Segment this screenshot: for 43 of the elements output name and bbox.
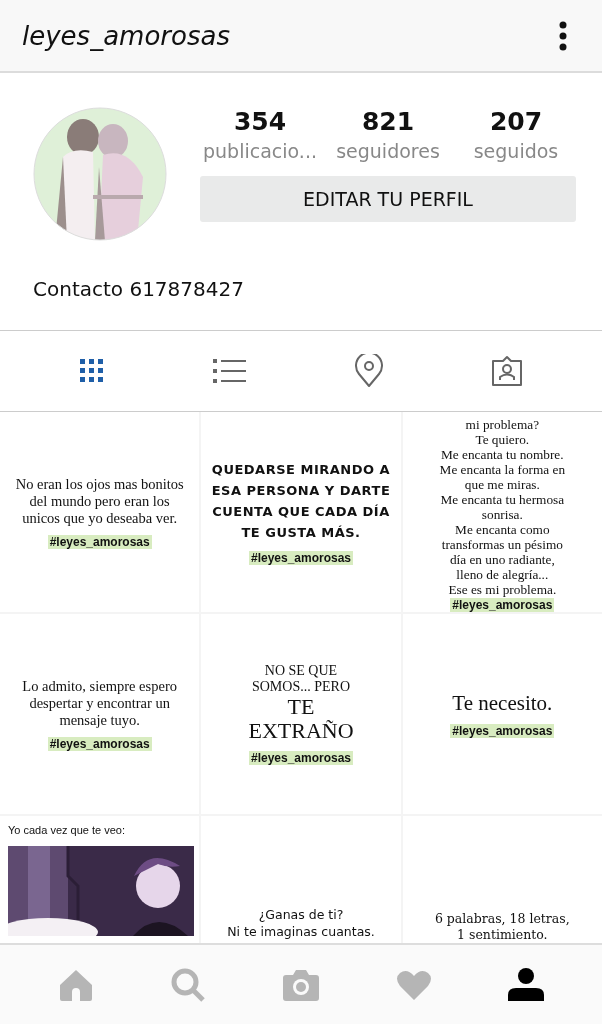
stat-label: publicacio... (203, 140, 317, 162)
list-icon (213, 358, 248, 384)
post-hashtag: #leyes_amorosas (450, 598, 555, 612)
post-quote: ¿Ganas de ti? Ni te imaginas cuantas. (227, 906, 375, 940)
post-tile[interactable]: NO SE QUE SOMOS... PERO TE EXTRAÑO #leyes_amorosas (201, 614, 401, 814)
location-pin-icon (354, 354, 383, 388)
camera-icon (282, 967, 320, 1002)
post-quote: No eran los ojos mas bonitos del mundo pero eran los unicos que yo deseaba ver. (15, 475, 184, 527)
post-hashtag: #leyes_amorosas (248, 551, 354, 565)
profile-icon (508, 967, 544, 1002)
post-hashtag: #leyes_amorosas (248, 751, 354, 765)
home-icon (58, 967, 94, 1002)
post-tile[interactable]: No eran los ojos mas bonitos del mundo pero eran los unicos que yo deseaba ver. #leyes_amorosas (0, 412, 200, 612)
post-quote: QUEDARSE MIRANDO A ESA PERSONA Y DARTE CUENTA QUE CADA DÍA TE GUSTA MÁS. (211, 461, 391, 542)
post-tile[interactable]: QUEDARSE MIRANDO A ESA PERSONA Y DARTE CUENTA QUE CADA DÍA TE GUSTA MÁS. #leyes_amorosas (201, 412, 401, 612)
heart-icon (396, 968, 432, 1001)
post-tile[interactable]: Te necesito. #leyes_amorosas (402, 614, 602, 814)
post-tile[interactable]: 6 palabras, 18 letras, 1 sentimiento. (402, 816, 602, 943)
bio-text: Contacto 617878427 (33, 277, 245, 301)
stat-label: seguidores (336, 140, 440, 162)
more-options-icon[interactable] (558, 20, 568, 51)
post-hashtag: #leyes_amorosas (450, 723, 555, 738)
post-hashtag: #leyes_amorosas (47, 534, 152, 549)
grid-icon (77, 357, 106, 385)
post-tile[interactable]: Yo cada vez que te veo: (0, 816, 200, 943)
tagged-person-icon (490, 354, 525, 388)
post-hashtag: #leyes_amorosas (47, 736, 152, 751)
stat-count: 207 (489, 107, 543, 136)
stat-count: 821 (361, 107, 415, 136)
post-quote: Lo admito, siempre espero despertar y encontrar un mensaje tuyo. (22, 677, 177, 729)
post-tile[interactable] (402, 412, 602, 612)
edit-profile-button[interactable]: EDITAR TU PERFIL (200, 176, 576, 222)
stat-label: seguidos (473, 140, 559, 162)
post-tile[interactable]: Lo admito, siempre espero despertar y encontrar un mensaje tuyo. #leyes_amorosas (0, 614, 200, 814)
post-caption: Yo cada vez que te veo: (8, 824, 126, 836)
post-quote: 6 palabras, 18 letras, 1 sentimiento. (434, 910, 570, 943)
post-quote: Te necesito. (452, 690, 553, 716)
search-icon (170, 966, 206, 1003)
post-tile[interactable]: ¿Ganas de ti? Ni te imaginas cuantas. (201, 816, 401, 943)
username-title: leyes_amorosas (22, 20, 230, 51)
post-quote: mi problema? Te quiero. Me encanta tu nombre. Me encanta la forma en que me miras. Me encanta tu hermosa sonrisa. Me encanta como transformas un pésimo día en uno radiante, lleno de alegría... Ese es mi problema. (439, 417, 566, 597)
post-quote: NO SE QUE SOMOS... PERO TE EXTRAÑO (248, 663, 354, 743)
stat-count: 354 (233, 107, 287, 136)
